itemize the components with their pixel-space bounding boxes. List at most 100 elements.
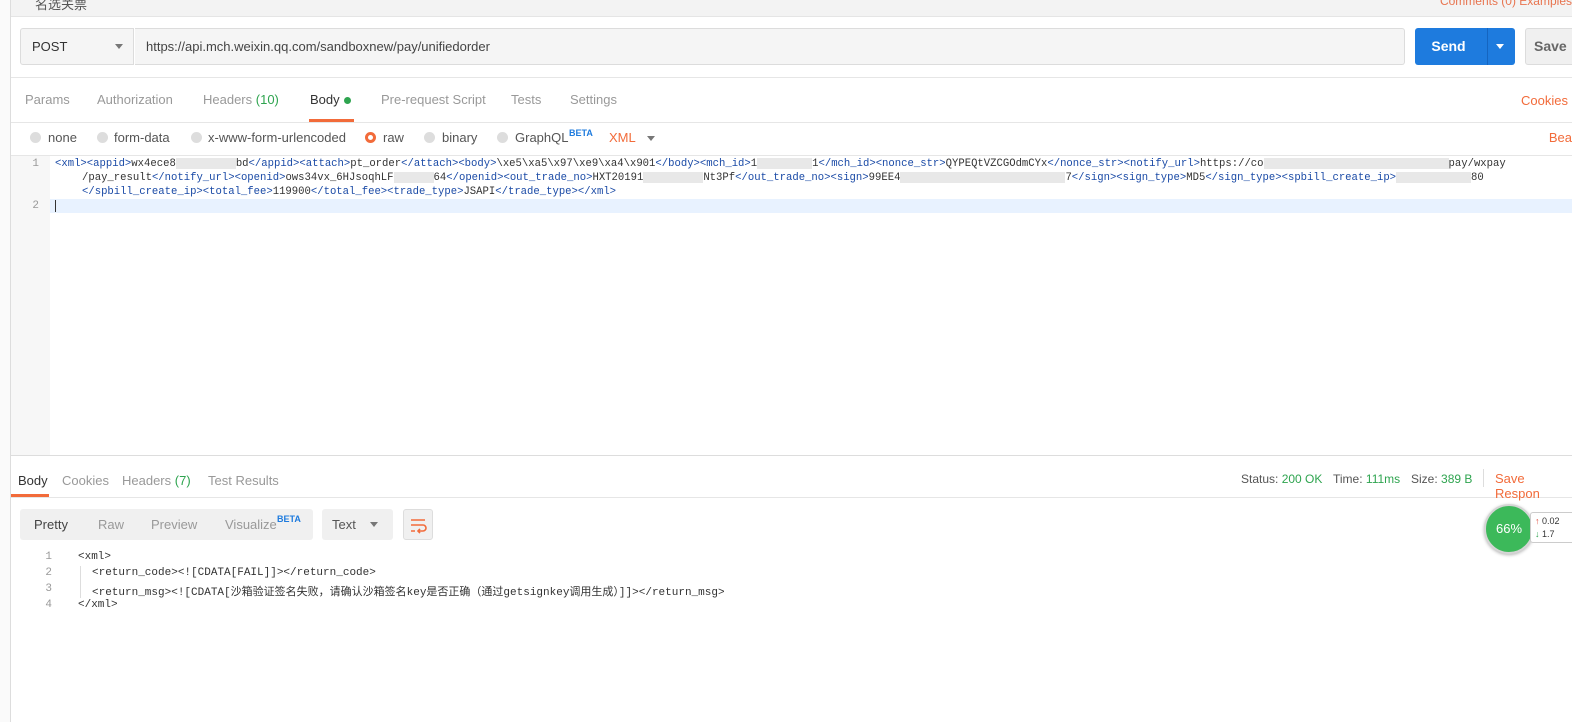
wrap-icon	[411, 519, 427, 534]
status-readout: Status: 200 OK	[1241, 472, 1322, 486]
response-view-modes: Pretty Raw Preview Visualize BETA	[20, 509, 313, 540]
tab-headers[interactable]: Headers (10)	[203, 92, 279, 107]
chevron-down-icon	[370, 522, 378, 527]
response-code-line: <return_code><![CDATA[FAIL]]></return_co…	[92, 567, 376, 579]
view-preview[interactable]: Preview	[151, 517, 197, 532]
response-tab-cookies[interactable]: Cookies	[62, 473, 109, 488]
tab-tests[interactable]: Tests	[511, 92, 541, 107]
body-indicator-dot	[343, 97, 351, 105]
send-button[interactable]: Send	[1415, 28, 1515, 65]
tab-headers-count: (10)	[255, 92, 279, 107]
network-speed-panel: ↑ 0.02 ↓ 1.7	[1530, 512, 1572, 543]
comments-examples-links[interactable]: Comments (0) Examples	[1440, 0, 1572, 8]
size-value: 389 B	[1441, 472, 1473, 486]
response-code-line: <xml>	[78, 551, 112, 563]
arrow-down-icon: ↓	[1535, 529, 1540, 539]
redacted-area	[1263, 157, 1449, 169]
size-readout: Size: 389 B	[1411, 472, 1472, 486]
method-label: POST	[32, 39, 68, 54]
tab-body[interactable]: Body	[310, 92, 351, 107]
tab-body-label: Body	[310, 92, 340, 107]
radio-graphql[interactable]	[497, 132, 508, 143]
radio-urlencoded-label[interactable]: x-www-form-urlencoded	[208, 130, 346, 145]
response-tab-test-results[interactable]: Test Results	[208, 473, 279, 488]
response-line-number: 2	[45, 567, 52, 579]
chevron-down-icon[interactable]	[1496, 44, 1504, 49]
response-code-line: <return_msg><![CDATA[沙箱验证签名失败，请确认沙箱签名key…	[92, 587, 725, 599]
chevron-down-icon	[115, 44, 123, 49]
network-monitor-gauge[interactable]: 66%	[1484, 504, 1534, 554]
line-number: 2	[32, 200, 39, 212]
response-active-underline	[11, 494, 49, 497]
radio-raw[interactable]	[365, 132, 376, 143]
line-number: 1	[32, 158, 39, 170]
tab-headers-label: Headers	[203, 92, 253, 107]
redacted-area	[393, 171, 434, 183]
graphql-beta-badge: BETA	[569, 128, 593, 138]
visualize-beta-badge: BETA	[277, 514, 301, 524]
cookies-link[interactable]: Cookies	[1521, 93, 1568, 108]
response-tab-headers[interactable]: Headers (7)	[122, 473, 191, 488]
response-tab-body[interactable]: Body	[18, 473, 48, 488]
radio-form-data[interactable]	[97, 132, 108, 143]
time-value: 111ms	[1365, 472, 1401, 486]
indent-guide	[80, 566, 81, 598]
view-visualize[interactable]: Visualize	[225, 517, 277, 532]
redacted-area	[900, 171, 1066, 183]
beautify-link[interactable]: Bea	[1549, 130, 1572, 145]
chevron-down-icon[interactable]	[647, 136, 655, 141]
response-format-select[interactable]: Text	[322, 509, 393, 540]
send-label: Send	[1431, 38, 1466, 54]
redacted-area	[643, 171, 704, 183]
response-code-line: </xml>	[78, 599, 118, 611]
status-divider	[1483, 469, 1484, 487]
response-tabs: Body Cookies Headers (7) Test Results St…	[11, 463, 1572, 501]
send-divider	[1487, 28, 1488, 65]
response-tab-headers-label: Headers	[122, 473, 172, 488]
tab-authorization[interactable]: Authorization	[97, 92, 173, 107]
tab-pre-request-script[interactable]: Pre-request Script	[381, 92, 486, 107]
response-line-number: 3	[45, 583, 52, 595]
status-label: Status:	[1241, 472, 1279, 486]
left-sidebar-edge	[0, 0, 11, 722]
upload-speed: ↑ 0.02	[1535, 516, 1560, 526]
radio-raw-label[interactable]: raw	[383, 130, 404, 145]
time-label: Time:	[1333, 472, 1363, 486]
format-select[interactable]: XML	[609, 130, 636, 145]
radio-binary-label[interactable]: binary	[442, 130, 477, 145]
download-speed: ↓ 1.7	[1535, 529, 1555, 539]
url-input[interactable]: https://api.mch.weixin.qq.com/sandboxnew…	[135, 28, 1405, 65]
tab-settings[interactable]: Settings	[570, 92, 617, 107]
radio-form-data-label[interactable]: form-data	[114, 130, 170, 145]
radio-none-label[interactable]: none	[48, 130, 77, 145]
save-response-button[interactable]: Save Respon	[1495, 471, 1572, 501]
method-select[interactable]: POST	[20, 28, 134, 65]
radio-urlencoded[interactable]	[191, 132, 202, 143]
wrap-lines-button[interactable]	[403, 509, 433, 540]
arrow-up-icon: ↑	[1535, 516, 1540, 526]
radio-binary[interactable]	[424, 132, 435, 143]
active-tab-underline	[309, 119, 354, 122]
request-body-editor[interactable]: 1 2 <xml><appid>wx4ece8 bd</appid><attach…	[11, 156, 1572, 456]
status-value: 200 OK	[1281, 472, 1323, 486]
body-type-options: none form-data x-www-form-urlencoded raw…	[11, 123, 1572, 156]
request-title: 名选关票	[35, 0, 88, 12]
response-line-number: 1	[45, 551, 52, 563]
radio-graphql-label[interactable]: GraphQL	[515, 130, 568, 145]
time-readout: Time: 111ms	[1333, 472, 1400, 486]
redacted-area	[757, 157, 813, 169]
size-label: Size:	[1411, 472, 1438, 486]
code-line-1-wrap-2: </spbill_create_ip><total_fee>119900</to…	[82, 186, 617, 198]
request-title-bar: 名选关票 Comments (0) Examples	[11, 0, 1572, 17]
request-tabs: Params Authorization Headers (10) Body P…	[11, 78, 1572, 123]
tab-params[interactable]: Params	[25, 92, 70, 107]
redacted-area	[175, 157, 236, 169]
radio-none[interactable]	[30, 132, 41, 143]
code-line-1: <xml><appid>wx4ece8 bd</appid><attach>pt_…	[55, 157, 1506, 170]
view-pretty[interactable]: Pretty	[34, 517, 68, 532]
active-line-highlight	[50, 199, 1572, 213]
response-tab-headers-count: (7)	[174, 473, 191, 488]
view-raw[interactable]: Raw	[98, 517, 124, 532]
url-bar: POST https://api.mch.weixin.qq.com/sandb…	[11, 17, 1572, 78]
save-button[interactable]: Save	[1525, 28, 1572, 65]
